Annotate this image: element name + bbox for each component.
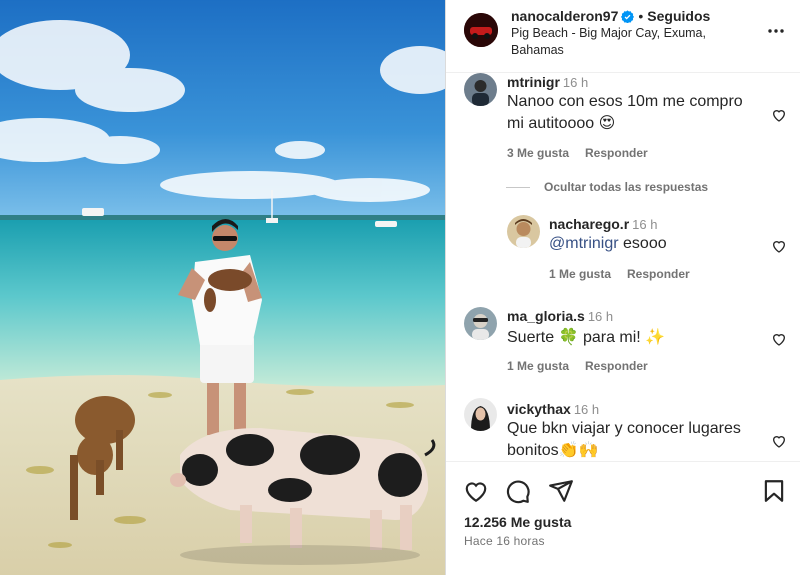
reply-button[interactable]: Responder bbox=[627, 267, 690, 281]
comment-like-icon[interactable] bbox=[771, 433, 787, 449]
comment-icon[interactable] bbox=[505, 478, 531, 504]
beach-pigs-photo bbox=[0, 0, 445, 575]
post-actions-footer: 12.256 Me gusta Hace 16 horas bbox=[446, 461, 800, 575]
post-location[interactable]: Pig Beach - Big Major Cay, Exuma, Bahama… bbox=[511, 25, 741, 58]
comment-text: Nanoo con esos 10m me compro mi autitooo… bbox=[507, 91, 743, 135]
comment-time: 16 h bbox=[573, 402, 600, 417]
author-username[interactable]: nanocalderon97 bbox=[511, 8, 618, 24]
divider-line bbox=[506, 187, 530, 189]
comment-text: @mtrinigr esooo bbox=[549, 233, 667, 255]
hide-replies-button[interactable]: Ocultar todas las respuestas bbox=[506, 180, 708, 194]
separator-dot: • bbox=[638, 8, 644, 24]
post-header: nanocalderon97 • Seguidos Pig Beach - Big … bbox=[446, 0, 800, 73]
reply-button[interactable]: Responder bbox=[585, 146, 648, 160]
author-avatar[interactable] bbox=[464, 13, 498, 47]
author-line: nanocalderon97 • Seguidos bbox=[511, 7, 710, 25]
comment-likes-count[interactable]: 1 Me gusta bbox=[549, 267, 611, 281]
comment-text-body: esooo bbox=[618, 235, 667, 252]
comment-text-line: mi autitoooo 😍 bbox=[507, 115, 616, 132]
comment-like-icon[interactable] bbox=[771, 238, 787, 254]
heart-icon[interactable] bbox=[463, 478, 489, 504]
comment-likes-count[interactable]: 3 Me gusta bbox=[507, 146, 569, 160]
comment-username[interactable]: vickythax bbox=[507, 401, 571, 417]
post-side-panel: nanocalderon97 • Seguidos Pig Beach - Big … bbox=[445, 0, 800, 575]
comment-text: Que bkn viajar y conocer lugares bonitos… bbox=[507, 418, 741, 461]
comment-actions: 1 Me gusta Responder bbox=[507, 359, 664, 373]
comment-time: 16 h bbox=[632, 217, 658, 232]
comment-text: Suerte 🍀 para mi! ✨ bbox=[507, 329, 666, 346]
verified-badge-icon bbox=[621, 10, 635, 23]
commenter-avatar[interactable] bbox=[464, 73, 497, 106]
comment-header: ma_gloria.s 16 h bbox=[507, 307, 613, 326]
comment-actions: 3 Me gusta Responder bbox=[507, 146, 664, 160]
comment-text-line: bonitos👏🙌 bbox=[507, 442, 599, 459]
comment-actions: 1 Me gusta Responder bbox=[549, 267, 706, 281]
reply-button[interactable]: Responder bbox=[585, 359, 648, 373]
comment-time: 16 h bbox=[587, 309, 614, 324]
commenter-avatar[interactable] bbox=[464, 398, 497, 431]
comment-text-line: Nanoo con esos 10m me compro bbox=[507, 93, 743, 110]
post-timestamp[interactable]: Hace 16 horas bbox=[464, 534, 545, 548]
comment-header: vickythax 16 h bbox=[507, 400, 599, 419]
comment-header: mtrinigr 16 h bbox=[507, 73, 588, 92]
likes-count[interactable]: 12.256 Me gusta bbox=[464, 514, 571, 530]
mention-link[interactable]: @mtrinigr bbox=[549, 235, 619, 252]
post-photo[interactable] bbox=[0, 0, 445, 575]
commenter-avatar[interactable] bbox=[464, 307, 497, 340]
hide-replies-label: Ocultar todas las respuestas bbox=[544, 180, 709, 194]
comment-username[interactable]: ma_gloria.s bbox=[507, 308, 585, 324]
comment-username[interactable]: nacharego.r bbox=[549, 216, 629, 232]
comments-list[interactable]: mtrinigr 16 h Nanoo con esos 10m me compr… bbox=[446, 73, 800, 461]
comment-header: nacharego.r 16 h bbox=[549, 215, 657, 234]
share-icon[interactable] bbox=[548, 478, 574, 504]
more-icon[interactable] bbox=[767, 24, 785, 38]
comment-time: 16 h bbox=[562, 75, 589, 90]
comment-like-icon[interactable] bbox=[771, 107, 787, 123]
comment-username[interactable]: mtrinigr bbox=[507, 74, 560, 90]
comment-text-line: Que bkn viajar y conocer lugares bbox=[507, 420, 741, 437]
comment-likes-count[interactable]: 1 Me gusta bbox=[507, 359, 569, 373]
commenter-avatar[interactable] bbox=[507, 215, 540, 248]
following-button[interactable]: Seguidos bbox=[647, 8, 710, 24]
comment-like-icon[interactable] bbox=[771, 331, 787, 347]
bookmark-icon[interactable] bbox=[761, 478, 787, 504]
